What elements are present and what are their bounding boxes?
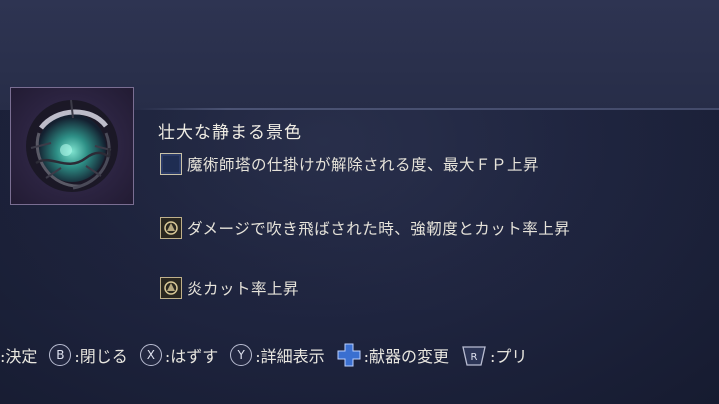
confirm-prompt[interactable]: :決定 [0,343,37,367]
close-label: :閉じる [74,347,128,366]
relic-effect-3: 炎カット率上昇 [160,275,299,301]
crest-icon [160,217,182,239]
preset-prompt[interactable]: R :プリ [461,343,527,367]
remove-label: :はずす [164,347,219,366]
svg-text:R: R [471,352,478,363]
relic-effect-text: 魔術師塔の仕掛けが解除される度、最大ＦＰ上昇 [187,156,540,174]
relic-orb-icon [26,99,118,192]
details-label: :詳細表示 [255,347,325,366]
close-prompt[interactable]: B :閉じる [49,343,128,367]
change-vessel-prompt[interactable]: :献器の変更 [337,343,449,367]
blank-square-icon [160,153,182,175]
relic-effect-1: 魔術師塔の仕掛けが解除される度、最大ＦＰ上昇 [160,151,539,177]
b-button-icon: B [49,344,72,366]
r-trigger-icon: R [462,346,486,366]
relic-title: 壮大な静まる景色 [158,123,302,143]
change-vessel-label: :献器の変更 [363,347,450,366]
relic-effect-text: 炎カット率上昇 [187,280,300,298]
relic-effect-text: ダメージで吹き飛ばされた時、強靭度とカット率上昇 [187,220,571,238]
confirm-label: :決定 [0,347,38,366]
details-prompt[interactable]: Y :詳細表示 [230,343,325,367]
relic-effect-2: ダメージで吹き飛ばされた時、強靭度とカット率上昇 [160,215,570,241]
y-button-icon: Y [230,344,253,366]
button-prompt-bar: :決定 B :閉じる X :はずす Y :詳細表示 :献器の変更 R :プリ [0,340,719,370]
title-divider [140,108,719,110]
crest-icon [160,277,182,299]
relic-image-frame[interactable] [10,87,134,205]
preset-label: :プリ [490,347,528,366]
dpad-icon [337,343,361,367]
remove-prompt[interactable]: X :はずす [139,343,219,367]
x-button-icon: X [139,344,162,366]
